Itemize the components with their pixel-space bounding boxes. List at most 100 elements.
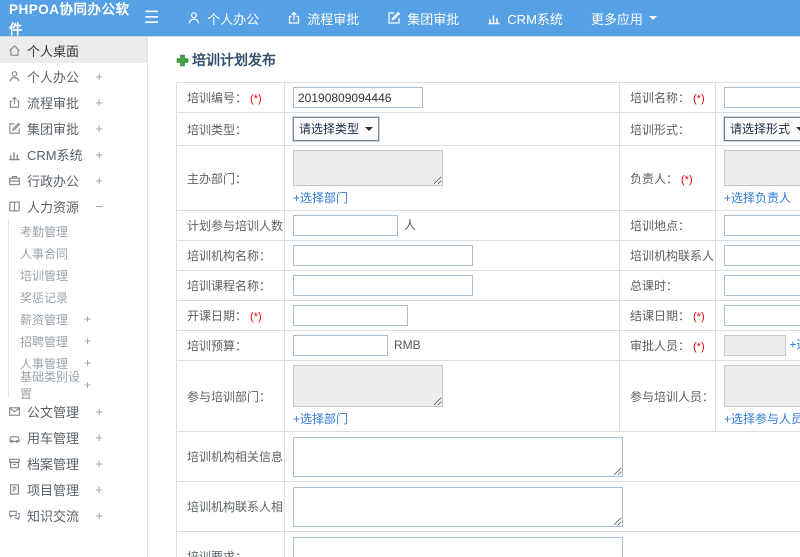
topnav-crm[interactable]: CRM系统 — [473, 0, 577, 36]
expand-plus-icon: + — [95, 146, 103, 162]
training-type-select[interactable]: 请选择类型 — [293, 117, 380, 141]
sidebar-item-label: 行政办公 — [27, 173, 80, 189]
budget-input[interactable] — [293, 335, 388, 356]
select-approver-link[interactable]: +选择审批人员 — [789, 338, 800, 352]
main-panel: 培训计划发布 培训编号：(*) 培训名称：(*) 培训类型： 请选择类型 — [149, 37, 800, 557]
sidebar-item-label: 项目管理 — [27, 482, 80, 498]
sidebar-item-admin-office[interactable]: 行政办公 + — [0, 167, 147, 193]
app-logo: PHPOA协同办公软件 — [9, 2, 130, 37]
expand-plus-icon: + — [95, 94, 103, 110]
book-icon — [7, 200, 21, 213]
training-requirements-textarea[interactable] — [293, 536, 623, 557]
form-row: 参与培训部门： +选择部门 参与培训人员：(*) +选择参与人员 — [176, 360, 800, 432]
sidebar-item-label: 个人桌面 — [27, 43, 80, 59]
sidebar-item-personal-desktop[interactable]: 个人桌面 — [0, 37, 147, 63]
expand-plus-icon: + — [83, 378, 91, 392]
org-name-input[interactable] — [293, 245, 473, 266]
page-title-text: 培训计划发布 — [192, 52, 276, 68]
sidebar-item-personal-office[interactable]: 个人办公 + — [0, 63, 147, 89]
approver-input[interactable] — [724, 335, 786, 356]
submenu-label: 薪资管理 — [20, 312, 69, 327]
course-name-input[interactable] — [293, 275, 473, 296]
field-label: 培训机构联系人相关信息： — [187, 500, 284, 514]
sidebar-item-human-resources[interactable]: 人力资源 − — [0, 193, 147, 219]
unit-suffix: 人 — [404, 217, 417, 232]
submenu-label: 考勤管理 — [20, 224, 69, 239]
leader-textarea[interactable] — [724, 150, 800, 186]
sidebar-item-vehicle[interactable]: 用车管理 + — [0, 424, 147, 450]
field-label: 培训机构联系人： — [630, 249, 715, 263]
currency-suffix: RMB — [394, 337, 421, 352]
select-dept-link[interactable]: +选择部门 — [293, 189, 348, 206]
submenu-salary[interactable]: 薪资管理 + — [9, 308, 147, 330]
training-no-input[interactable] — [293, 87, 423, 108]
flow-icon — [287, 11, 301, 25]
training-form-select[interactable]: 请选择形式 — [724, 117, 800, 141]
submenu-attendance[interactable]: 考勤管理 — [9, 220, 147, 242]
host-dept-textarea[interactable] — [293, 150, 443, 186]
archive-icon — [7, 457, 21, 470]
submenu-label: 基础类别设置 — [20, 370, 81, 401]
field-label: 培训机构相关信息： — [187, 450, 285, 464]
sidebar-item-group-approval[interactable]: 集团审批 + — [0, 115, 147, 141]
required-marker: (*) — [681, 173, 693, 186]
submenu-training[interactable]: 培训管理 — [9, 264, 147, 286]
edit-icon — [387, 11, 401, 25]
content-area: 个人桌面 个人办公 + 流程审批 + 集团审批 + CRM系统 + 行政办公 +… — [0, 36, 800, 557]
sidebar-item-projects[interactable]: 项目管理 + — [0, 476, 147, 502]
expand-plus-icon: + — [83, 334, 91, 348]
topnav-flow-approval[interactable]: 流程审批 — [273, 0, 373, 36]
field-label: 参与培训人员： — [630, 389, 715, 404]
topnav-personal-office[interactable]: 个人办公 — [173, 0, 273, 36]
field-label: 参与培训部门： — [187, 389, 272, 404]
expand-plus-icon: + — [95, 507, 103, 523]
form-row: 培训预算： RMB 审批人员：(*) +选择审批人员 — [176, 330, 800, 361]
required-marker: (*) — [693, 93, 705, 105]
submenu-recruitment[interactable]: 招聘管理 + — [9, 330, 147, 352]
form-row: 培训机构相关信息： — [176, 431, 800, 482]
planned-trainees-input[interactable] — [293, 215, 398, 236]
end-date-input[interactable] — [724, 305, 800, 326]
user-icon — [187, 11, 201, 25]
required-marker: (*) — [693, 341, 705, 353]
org-contact-input[interactable] — [724, 245, 800, 266]
start-date-input[interactable] — [293, 305, 408, 326]
sidebar-item-knowledge[interactable]: 知识交流 + — [0, 502, 147, 528]
topnav-more-apps[interactable]: 更多应用 — [577, 0, 671, 36]
select-value: 请选择类型 — [299, 122, 360, 136]
submenu-hr-contract[interactable]: 人事合同 — [9, 242, 147, 264]
submenu-reward-punishment[interactable]: 奖惩记录 — [9, 286, 147, 308]
field-label: 培训形式： — [630, 122, 691, 137]
form-row: 培训编号：(*) 培训名称：(*) — [176, 82, 800, 113]
submenu-label: 奖惩记录 — [20, 290, 69, 305]
select-participants-link[interactable]: +选择参与人员 — [724, 410, 800, 427]
sidebar-item-archives[interactable]: 档案管理 + — [0, 450, 147, 476]
total-hours-input[interactable] — [724, 275, 800, 296]
required-marker: (*) — [250, 93, 262, 105]
submenu-base-category[interactable]: 基础类别设置 + — [9, 370, 147, 401]
expand-plus-icon: + — [95, 481, 103, 497]
sidebar-item-flow-approval[interactable]: 流程审批 + — [0, 89, 147, 115]
expand-plus-icon: + — [83, 356, 91, 370]
participants-textarea[interactable] — [724, 365, 800, 407]
select-dept-link[interactable]: +选择部门 — [293, 410, 348, 427]
participating-dept-textarea[interactable] — [293, 365, 443, 407]
training-name-input[interactable] — [724, 87, 800, 108]
form-row: 培训类型： 请选择类型 培训形式： 请选择形式 — [176, 112, 800, 146]
select-leader-link[interactable]: +选择负责人 — [724, 189, 791, 206]
mail-icon — [7, 405, 21, 418]
hamburger-menu-icon[interactable]: ☰ — [140, 0, 173, 36]
org-contact-info-textarea[interactable] — [293, 486, 623, 527]
topnav-group-approval[interactable]: 集团审批 — [373, 0, 473, 36]
topnav-label: 更多应用 — [590, 11, 643, 27]
org-info-textarea[interactable] — [293, 436, 623, 477]
sidebar: 个人桌面 个人办公 + 流程审批 + 集团审批 + CRM系统 + 行政办公 +… — [0, 37, 148, 557]
edit-icon — [7, 122, 21, 135]
expand-plus-icon: + — [95, 68, 103, 84]
submenu-label: 培训管理 — [20, 268, 69, 283]
training-place-input[interactable] — [724, 215, 800, 236]
sidebar-item-label: 档案管理 — [27, 456, 80, 472]
sidebar-item-crm[interactable]: CRM系统 + — [0, 141, 147, 167]
field-label: 总课时： — [630, 279, 679, 293]
field-label: 开课日期： — [187, 309, 248, 323]
